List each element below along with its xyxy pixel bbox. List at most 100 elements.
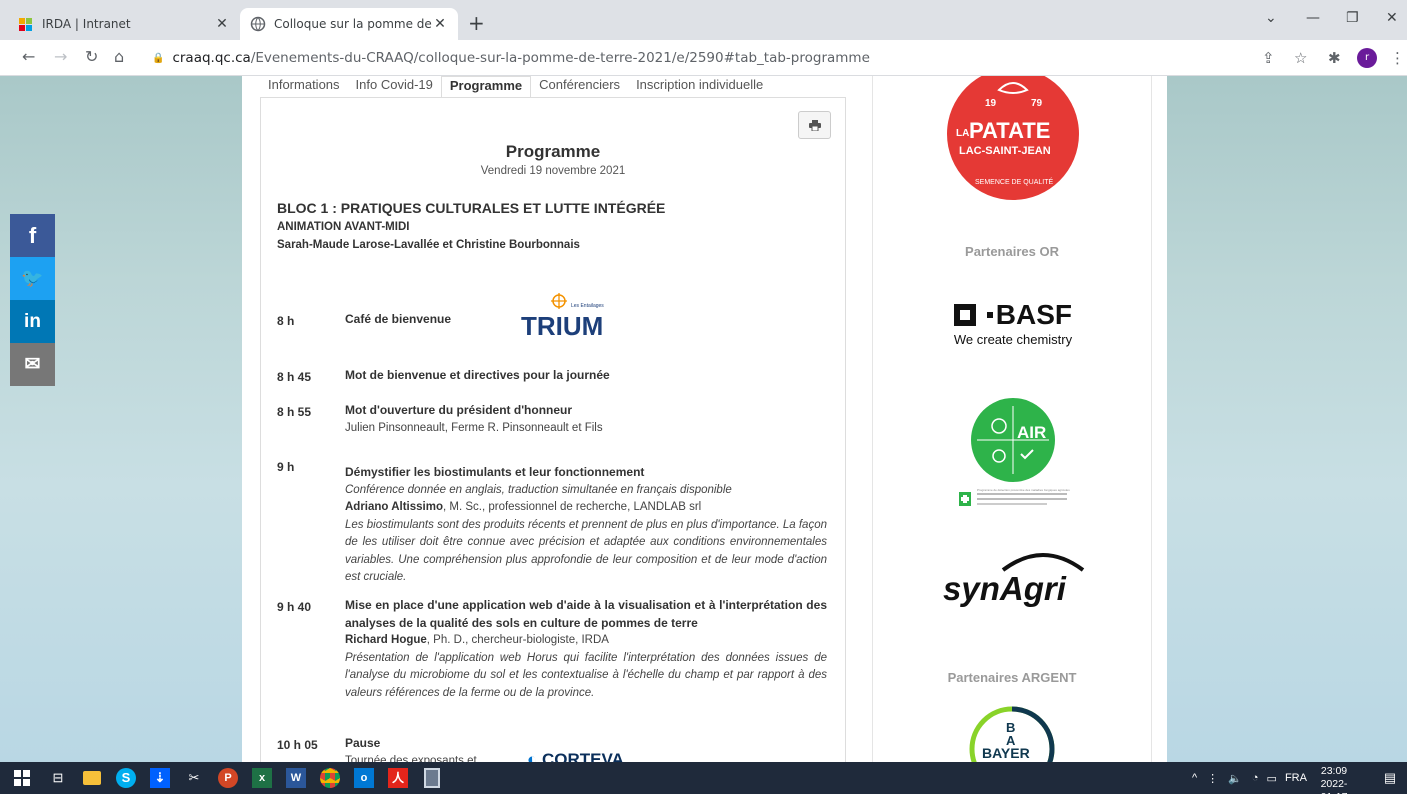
new-tab-button[interactable]: +	[468, 12, 485, 34]
item-note: Conférence donnée en anglais, traduction…	[345, 483, 732, 496]
corteva-logo: ◐ CORTEVA	[527, 750, 624, 762]
tray-overflow-icon[interactable]: ^	[1192, 772, 1197, 784]
bayer-brand: BAYER	[982, 745, 1030, 761]
url-host: craaq.qc.ca	[172, 50, 251, 66]
trium-logo: Les Entailages TRIUM	[519, 293, 615, 343]
linkedin-share-button[interactable]: in	[10, 300, 55, 343]
close-tab-icon[interactable]: ✕	[432, 16, 448, 32]
snipping-tool-icon[interactable]: ✂	[182, 766, 206, 790]
facebook-icon: f	[28, 222, 37, 248]
tab-conferenciers[interactable]: Conférenciers	[531, 76, 628, 98]
extensions-puzzle-icon[interactable]: ✱	[1328, 49, 1341, 67]
menu-kebab-icon[interactable]: ⋮	[1390, 49, 1405, 67]
file-explorer-icon[interactable]	[80, 766, 104, 790]
tab-informations[interactable]: Informations	[260, 76, 348, 98]
basf-dot-icon	[986, 312, 993, 318]
item-line: Tournée des exposants et	[345, 754, 477, 763]
item-biostimulants: Démystifier les biostimulants et leur fo…	[345, 464, 827, 587]
profile-avatar[interactable]: r	[1357, 48, 1377, 68]
item-title: Mot de bienvenue et directives pour la j…	[345, 368, 610, 382]
tab-info-covid[interactable]: Info Covid-19	[348, 76, 441, 98]
animation-heading: ANIMATION AVANT-MIDI	[277, 221, 410, 233]
item-title: Mot d'ouverture du président d'honneur	[345, 403, 573, 417]
trium-tagline: Les Entailages	[571, 303, 604, 309]
address-bar[interactable]: 🔒 craaq.qc.ca/Evenements-du-CRAAQ/colloq…	[142, 45, 1242, 71]
acrobat-icon[interactable]: 人	[386, 766, 410, 790]
item-title: Pause	[345, 736, 381, 750]
network-icon[interactable]: ⋮	[1207, 772, 1218, 785]
speaker-details: , Ph. D., chercheur-biologiste, IRDA	[426, 634, 609, 646]
air-label: AIR	[1017, 423, 1046, 442]
battery-icon[interactable]: ▭	[1267, 772, 1277, 785]
patate-year-left: 19	[985, 98, 997, 109]
input-language[interactable]: FRA	[1285, 772, 1307, 784]
patate-tagline: SEMENCE DE QUALITÉ	[975, 177, 1054, 186]
item-speaker: Richard Hogue, Ph. D., chercheur-biologi…	[345, 632, 827, 650]
partners-or-heading: Partenaires OR	[965, 244, 1059, 259]
restore-button[interactable]: ❐	[1346, 10, 1359, 26]
system-tray: ^ ⋮ 🔈 ◔ ▭ FRA	[1192, 762, 1307, 794]
word-icon[interactable]: W	[284, 766, 308, 790]
item-description: Présentation de l'application web Horus …	[345, 651, 827, 699]
close-window-button[interactable]: ✕	[1386, 10, 1398, 26]
programme-panel: Programme Vendredi 19 novembre 2021 BLOC…	[260, 97, 846, 762]
windows-start-icon[interactable]	[10, 766, 34, 790]
minimize-button[interactable]: —	[1306, 10, 1320, 26]
tab-title: IRDA | Intranet	[42, 17, 131, 31]
print-button[interactable]	[798, 111, 831, 139]
tab-inscription[interactable]: Inscription individuelle	[628, 76, 771, 98]
linkedin-icon: in	[24, 310, 41, 332]
item-speaker: Adriano Altissimo, M. Sc., professionnel…	[345, 499, 827, 517]
programme-title: Programme	[505, 142, 601, 161]
close-tab-icon[interactable]: ✕	[214, 16, 230, 32]
forward-arrow-icon[interactable]: →	[54, 48, 67, 66]
outlook-icon[interactable]: o	[352, 766, 376, 790]
time-8h: 8 h	[277, 314, 295, 328]
facebook-share-button[interactable]: f	[10, 214, 55, 257]
patate-word: PATATE	[969, 118, 1050, 143]
wifi-icon[interactable]: ◔	[1252, 772, 1259, 784]
background-left	[0, 76, 242, 762]
reload-icon[interactable]: ↻	[85, 48, 98, 66]
speaker-details: , M. Sc., professionnel de recherche, LA…	[442, 501, 702, 513]
home-icon[interactable]: ⌂	[114, 48, 124, 66]
item-cafe: Café de bienvenue	[345, 311, 505, 330]
share-icon[interactable]: ⇪	[1262, 49, 1275, 67]
browser-tab-colloque[interactable]: Colloque sur la pomme de terre ✕	[240, 8, 458, 40]
tab-search-icon[interactable]: ⌄	[1265, 10, 1277, 26]
volume-icon[interactable]: 🔈	[1228, 772, 1242, 785]
item-mot-ouverture: Mot d'ouverture du président d'honneur J…	[345, 402, 827, 437]
bookmark-star-icon[interactable]: ☆	[1294, 49, 1307, 67]
clock[interactable]: 23:09 2022-01-17	[1314, 765, 1354, 794]
la-patate-logo: 19 79 LA PATATE LAC-SAINT-JEAN SEMENCE D…	[947, 76, 1079, 200]
powerpoint-icon[interactable]: P	[216, 766, 240, 790]
browser-toolbar: ← → ↻ ⌂ 🔒 craaq.qc.ca/Evenements-du-CRAA…	[0, 40, 1407, 76]
calculator-icon[interactable]	[420, 766, 444, 790]
twitter-share-button[interactable]: 🐦	[10, 257, 55, 300]
basf-brand: BASF	[995, 299, 1072, 330]
tab-programme[interactable]: Programme	[440, 76, 532, 98]
item-mot-bienvenue: Mot de bienvenue et directives pour la j…	[345, 367, 827, 386]
email-share-button[interactable]: ✉	[10, 343, 55, 386]
tab-title: Colloque sur la pomme de terre	[274, 17, 432, 31]
time-10h05: 10 h 05	[277, 738, 318, 752]
browser-tab-irda[interactable]: IRDA | Intranet ✕	[8, 8, 240, 40]
time-9h: 9 h	[277, 460, 295, 474]
basf-square-icon	[953, 304, 976, 326]
back-arrow-icon[interactable]: ←	[22, 48, 35, 66]
skype-icon[interactable]: S	[114, 766, 138, 790]
excel-icon[interactable]: x	[250, 766, 274, 790]
clock-date: 2022-01-17	[1320, 778, 1348, 794]
notifications-icon[interactable]: ▤	[1378, 766, 1402, 790]
item-title: Démystifier les biostimulants et leur fo…	[345, 465, 645, 479]
chrome-icon[interactable]	[318, 766, 342, 790]
envelope-icon: ✉	[24, 354, 41, 375]
item-speaker-line: Julien Pinsonneault, Ferme R. Pinsonneau…	[345, 421, 603, 434]
patate-la: LA	[956, 128, 969, 139]
url-path: /Evenements-du-CRAAQ/colloque-sur-la-pom…	[250, 50, 870, 66]
dropbox-icon[interactable]: ⇣	[148, 766, 172, 790]
patate-year-right: 79	[1031, 98, 1043, 109]
task-view-icon[interactable]: ⊟	[46, 766, 70, 790]
globe-icon	[250, 16, 266, 32]
browser-tab-strip: IRDA | Intranet ✕ Colloque sur la pomme …	[0, 0, 1407, 40]
